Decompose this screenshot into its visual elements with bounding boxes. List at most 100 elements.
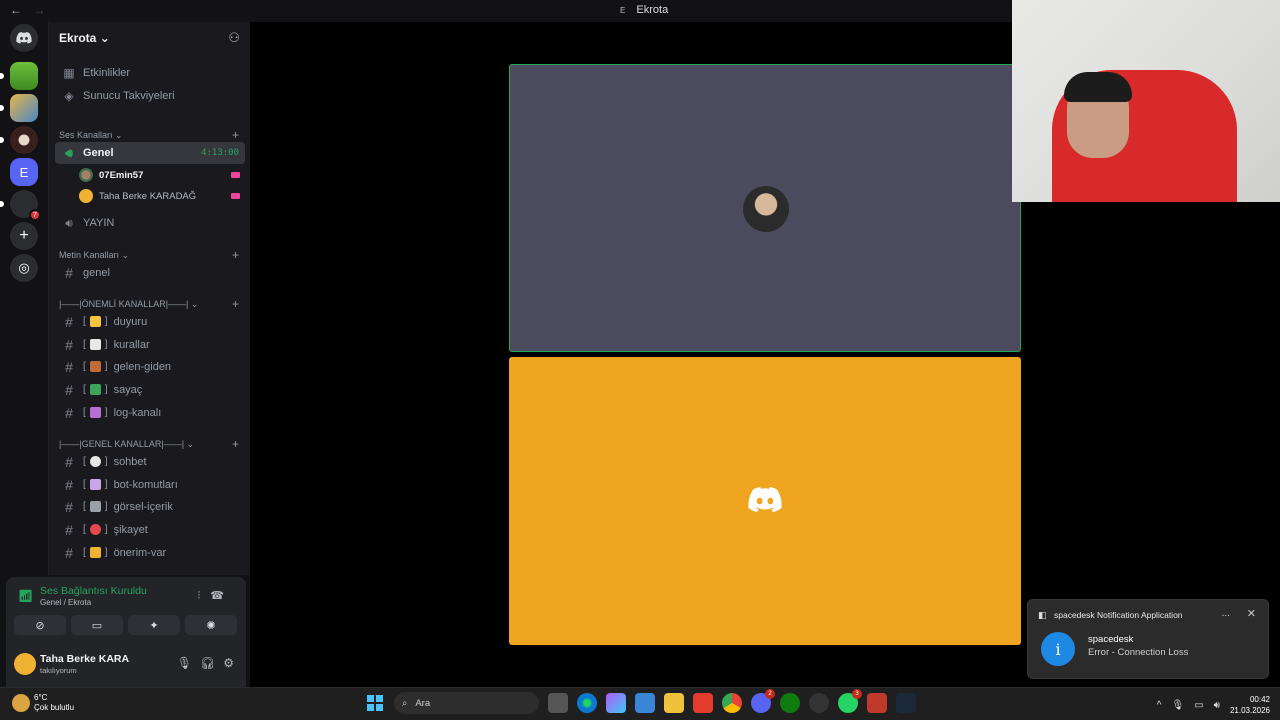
participant-tile[interactable] — [509, 357, 1021, 645]
channel-label: sohbet — [113, 456, 147, 468]
user-status: takılıyorum — [40, 666, 77, 675]
channel-kurallar[interactable]: # [] kurallar — [55, 334, 245, 356]
activities-button[interactable]: ✦ — [128, 615, 180, 635]
events-link[interactable]: ▦ Etkinlikler — [55, 62, 245, 84]
channel-duyuru[interactable]: # [] duyuru — [55, 311, 245, 333]
important-category-label: |——|ÖNEMLİ KANALLAR|——| — [59, 299, 189, 309]
store-icon[interactable] — [635, 693, 655, 713]
add-voice-channel-icon[interactable]: + — [232, 128, 239, 142]
avatar[interactable] — [14, 653, 36, 675]
forward-arrow-icon[interactable]: → — [33, 3, 45, 17]
more-options-icon[interactable]: ... — [1222, 608, 1230, 619]
floppy-emoji-icon — [89, 407, 101, 419]
winrar-icon[interactable] — [693, 693, 713, 713]
voice-panel-actions: ⫶☎ — [198, 589, 234, 603]
xbox-icon[interactable] — [780, 693, 800, 713]
clock[interactable]: 00:42 21.03.2026 — [1230, 694, 1270, 716]
search-input[interactable]: ⌕ Ara — [394, 692, 539, 714]
whatsapp-icon[interactable]: 3 — [838, 689, 862, 713]
add-server-icon[interactable]: + — [10, 222, 38, 250]
channel-label: gelen-giden — [113, 361, 172, 373]
hash-icon: # — [65, 265, 73, 281]
settings-gear-icon[interactable]: ⚙ — [223, 656, 234, 670]
edge-icon[interactable] — [577, 693, 597, 713]
hash-icon: # — [65, 405, 73, 421]
disconnect-icon[interactable]: ☎ — [210, 590, 234, 602]
soundboard-button[interactable]: ✺ — [185, 615, 237, 635]
steam-overlay-icon[interactable] — [809, 693, 829, 713]
voice-channel-yayin[interactable]: 🔊︎ YAYIN — [55, 212, 245, 234]
text-channel-genel[interactable]: # genel — [55, 262, 245, 284]
voice-user-name: Taha Berke KARADAĞ — [99, 190, 197, 202]
user-name[interactable]: Taha Berke KARA... — [40, 653, 130, 665]
windows-start-icon[interactable] — [365, 693, 385, 713]
voice-location[interactable]: Genel / Ekrota — [40, 598, 91, 607]
server-icon-5[interactable]: 7 — [0, 190, 41, 221]
voice-user-taha[interactable]: Taha Berke KARADAĞ — [79, 186, 244, 206]
microphone-tray-icon[interactable]: 🎙︎ — [1171, 700, 1184, 711]
chrome-icon[interactable] — [722, 693, 742, 713]
explore-icon[interactable]: ◎ — [10, 254, 38, 282]
add-channel-icon[interactable]: + — [232, 297, 239, 311]
task-view-icon[interactable] — [548, 693, 568, 713]
channel-bot-komutlari[interactable]: # [] bot-komutları — [55, 474, 245, 496]
network-icon[interactable]: ▭ — [1194, 700, 1203, 711]
server-icon-3[interactable] — [0, 126, 38, 154]
channel-log-kanali[interactable]: # [] log-kanalı — [55, 402, 245, 424]
file-explorer-icon[interactable] — [664, 693, 684, 713]
steam-icon[interactable] — [896, 693, 916, 713]
discord-home-icon[interactable] — [10, 24, 38, 52]
angry-emoji-icon — [89, 524, 101, 536]
camera-off-button[interactable]: ⊘ — [14, 615, 66, 635]
discord-taskbar-icon[interactable]: 2 — [751, 689, 775, 713]
streaming-icon — [231, 172, 240, 178]
server-boosts-link[interactable]: ◈ Sunucu Takviyeleri — [55, 85, 245, 107]
check-emoji-icon — [89, 384, 101, 396]
voice-user-07emin57[interactable]: 07Emin57 — [79, 165, 244, 185]
headphones-icon[interactable]: 🎧︎ — [200, 656, 215, 670]
channel-gelen-giden[interactable]: # [] gelen-giden — [55, 356, 245, 378]
camera-emoji-icon — [89, 501, 101, 513]
camera-off-icon: ⊘ — [35, 619, 45, 632]
server-icon-ekrota[interactable]: E — [10, 158, 38, 186]
channel-sayac[interactable]: # [] sayaç — [55, 379, 245, 401]
activities-icon: ✦ — [149, 619, 159, 632]
boost-icon: ◈ — [64, 89, 74, 103]
copilot-icon[interactable] — [606, 693, 626, 713]
add-channel-icon[interactable]: + — [232, 437, 239, 451]
voice-channel-label: YAYIN — [83, 217, 115, 229]
channel-sikayet[interactable]: # [] şikayet — [55, 519, 245, 541]
text-category-label: Metin Kanalları — [59, 250, 120, 260]
weather-widget[interactable]: 6°C Çok bulutlu — [12, 693, 74, 713]
server-header[interactable]: Ekrota ⌄ ⚇ — [49, 22, 250, 54]
screen-share-button[interactable]: ▭ — [71, 615, 123, 635]
game-app-icon[interactable] — [867, 693, 887, 713]
add-text-channel-icon[interactable]: + — [232, 248, 239, 262]
microphone-icon[interactable]: 🎙︎ — [177, 656, 192, 670]
important-category[interactable]: |——|ÖNEMLİ KANALLAR|——| ⌄ + — [59, 297, 245, 311]
volume-icon[interactable]: 🔊︎ — [1214, 700, 1220, 711]
text-category[interactable]: Metin Kanalları ⌄ + — [59, 248, 245, 262]
general-category[interactable]: |——|GENEL KANALLAR|——| ⌄ + — [59, 437, 245, 451]
server-icon-2[interactable] — [0, 94, 38, 122]
voice-category[interactable]: Ses Kanalları ⌄ + — [59, 128, 245, 142]
noise-suppression-icon[interactable]: ⫶ — [198, 590, 211, 602]
bell-emoji-icon — [89, 316, 101, 328]
channel-gorsel-icerik[interactable]: # [] görsel-içerik — [55, 496, 245, 518]
channel-onerim-var[interactable]: # [] önerim-var — [55, 542, 245, 564]
signal-icon[interactable]: 📶︎ — [18, 589, 33, 603]
streaming-icon — [231, 193, 240, 199]
voice-channel-genel[interactable]: 🔊︎ Genel 4:13:00 — [55, 142, 245, 164]
add-member-icon[interactable]: ⚇ — [228, 30, 240, 46]
chevron-up-icon[interactable]: ^ — [1157, 700, 1162, 711]
date: 21.03.2026 — [1229, 706, 1270, 715]
channel-sohbet[interactable]: # [] sohbet — [55, 451, 245, 473]
server-icon-1[interactable] — [0, 62, 38, 90]
notification-toast[interactable]: ◧ spacedesk Notification Application ...… — [1027, 599, 1269, 679]
back-arrow-icon[interactable]: ← — [10, 3, 22, 17]
hash-icon: # — [65, 499, 73, 515]
voice-status[interactable]: Ses Bağlantısı Kuruldu — [40, 585, 147, 597]
participant-tile-speaking[interactable] — [509, 64, 1021, 352]
close-icon[interactable]: ✕ — [1247, 607, 1256, 620]
hash-icon: # — [65, 545, 73, 561]
